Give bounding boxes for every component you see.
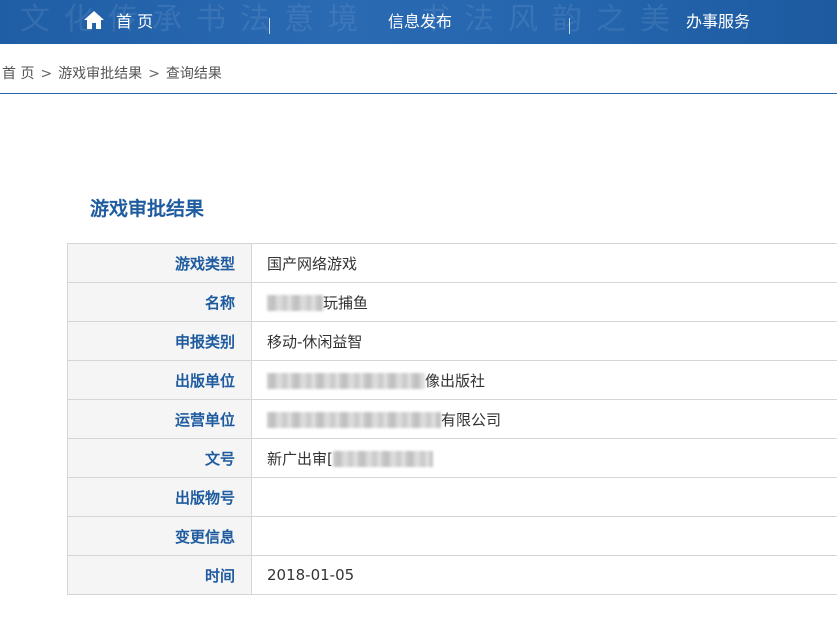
row-value: 2018-01-05: [251, 555, 837, 595]
result-table: 游戏类型 国产网络游戏 名称 玩捕鱼 申报类别 移动-休闲益智 出版单位 像出版…: [67, 243, 837, 595]
breadcrumb: 首 页 > 游戏审批结果 > 查询结果: [2, 63, 222, 83]
row-value: 新广出审[: [251, 438, 837, 478]
redacted-text: [332, 450, 433, 467]
table-row: 出版物号: [67, 477, 837, 517]
row-label: 游戏类型: [67, 243, 252, 283]
calligraphy-background: 文化传承书法意境: [20, 2, 372, 37]
table-row: 运营单位 有限公司: [67, 399, 837, 439]
nav-home-label: 首 页: [116, 12, 154, 31]
nav-divider: [569, 18, 570, 34]
row-label: 文号: [67, 438, 252, 478]
calligraphy-background: 书法风韵之美: [420, 2, 684, 37]
redacted-text: [267, 372, 425, 389]
breadcrumb-separator: >: [40, 66, 53, 82]
row-value: 国产网络游戏: [251, 243, 837, 283]
table-row: 申报类别 移动-休闲益智: [67, 321, 837, 361]
row-value: 移动-休闲益智: [251, 321, 837, 361]
row-label: 出版单位: [67, 360, 252, 400]
nav-info-label: 信息发布: [388, 12, 453, 31]
breadcrumb-current: 查询结果: [165, 66, 222, 82]
row-value-text: 新广出审[: [267, 449, 333, 468]
breadcrumb-game-approval[interactable]: 游戏审批结果: [58, 66, 142, 82]
row-value-text: 有限公司: [441, 410, 502, 429]
table-row: 时间 2018-01-05: [67, 555, 837, 595]
top-navigation-bar: 文化传承书法意境 书法风韵之美 首 页 信息发布 办事服务: [0, 0, 837, 44]
row-label: 出版物号: [67, 477, 252, 517]
row-value-text: 像出版社: [425, 371, 486, 390]
breadcrumb-separator: >: [148, 66, 160, 82]
home-icon: [84, 11, 104, 29]
table-row: 名称 玩捕鱼: [67, 282, 837, 322]
row-value: 有限公司: [251, 399, 837, 439]
row-label: 时间: [67, 555, 252, 595]
table-row: 变更信息: [67, 516, 837, 556]
redacted-text: [267, 411, 441, 428]
header-divider: [0, 93, 837, 94]
table-row: 游戏类型 国产网络游戏: [67, 243, 837, 283]
breadcrumb-home[interactable]: 首 页: [2, 66, 34, 82]
nav-home[interactable]: 首 页: [84, 0, 153, 44]
table-row: 文号 新广出审[: [67, 438, 837, 478]
nav-info-release[interactable]: 信息发布: [388, 0, 452, 44]
table-row: 出版单位 像出版社: [67, 360, 837, 400]
redacted-text: [267, 294, 323, 311]
row-value: 像出版社: [251, 360, 837, 400]
page-title: 游戏审批结果: [90, 198, 205, 220]
row-label: 申报类别: [67, 321, 252, 361]
row-label: 运营单位: [67, 399, 252, 439]
row-value-text: 玩捕鱼: [323, 293, 369, 312]
row-label: 名称: [67, 282, 252, 322]
row-value: [251, 516, 837, 556]
nav-service-label: 办事服务: [686, 12, 751, 31]
row-value: [251, 477, 837, 517]
nav-divider: [269, 18, 270, 34]
row-label: 变更信息: [67, 516, 252, 556]
row-value: 玩捕鱼: [251, 282, 837, 322]
nav-services[interactable]: 办事服务: [686, 0, 750, 44]
